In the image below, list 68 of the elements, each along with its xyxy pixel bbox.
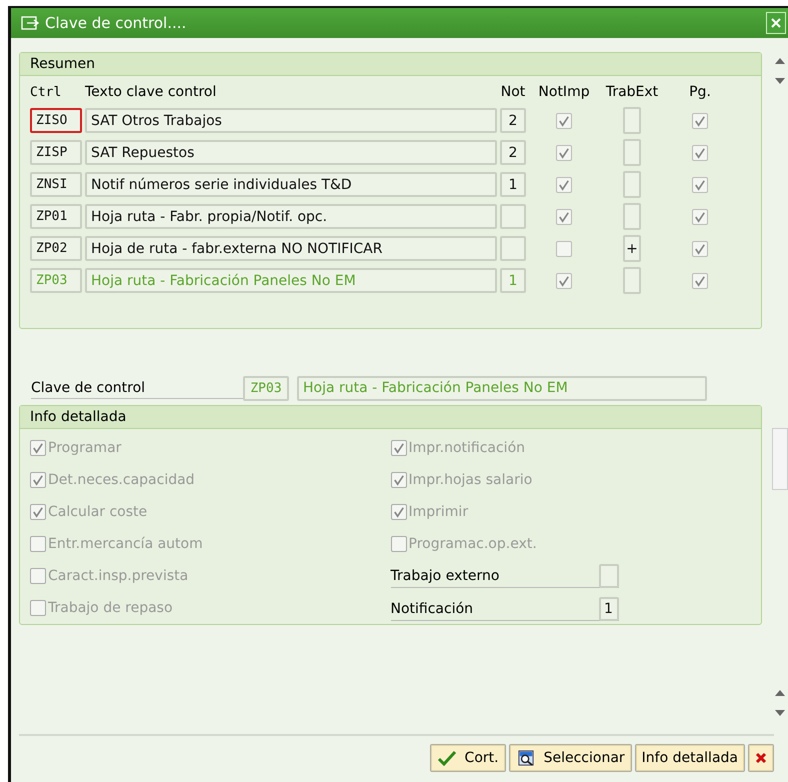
- table-cell[interactable]: Notif números serie individuales T&D: [85, 172, 497, 197]
- search-icon: [516, 750, 536, 766]
- table-cell[interactable]: SAT Repuestos: [85, 140, 497, 165]
- table-cell[interactable]: ZP01: [30, 204, 82, 229]
- column-header: Not: [500, 84, 526, 102]
- dialog-icon: [21, 16, 39, 30]
- checkbox[interactable]: [556, 176, 572, 192]
- check-icon: [392, 505, 406, 519]
- checkbox[interactable]: [556, 112, 572, 128]
- toolbar-button[interactable]: [748, 744, 774, 772]
- checkbox[interactable]: [556, 144, 572, 160]
- checkmark-icon: [436, 750, 457, 766]
- checkbox[interactable]: [692, 208, 708, 224]
- column-header: TrabExt: [604, 84, 660, 102]
- field-label: Trabajo externo: [390, 568, 500, 584]
- checkbox[interactable]: [692, 240, 708, 256]
- checkbox[interactable]: [692, 272, 708, 288]
- panel-title: Info detallada: [20, 406, 761, 429]
- table-cell[interactable]: ZNSI: [30, 172, 82, 197]
- scroll-up-icon[interactable]: [775, 690, 785, 696]
- checkbox[interactable]: [692, 112, 708, 128]
- table-cell[interactable]: 2: [500, 108, 526, 133]
- toolbar-button[interactable]: Seleccionar: [508, 744, 632, 772]
- scroll-down-icon[interactable]: [775, 710, 785, 716]
- table-cell[interactable]: ZP02: [30, 236, 82, 261]
- field-label: Clave de control: [31, 378, 243, 398]
- panel-title: Resumen: [20, 53, 761, 76]
- input-field[interactable]: 1: [598, 597, 618, 621]
- toolbar-button[interactable]: Info detallada: [634, 744, 745, 772]
- field-label: Notificación: [390, 601, 474, 617]
- table-cell[interactable]: Hoja de ruta - fabr.externa NO NOTIFICAR: [85, 236, 497, 261]
- checkbox[interactable]: [692, 176, 708, 192]
- close-button[interactable]: [766, 12, 786, 34]
- column-header: Texto clave control: [85, 84, 218, 102]
- table-cell[interactable]: [623, 139, 641, 166]
- scroll-up-icon[interactable]: [775, 58, 785, 64]
- check-icon: [392, 473, 406, 487]
- table-cell[interactable]: [623, 107, 641, 134]
- column-header: Ctrl: [30, 84, 62, 102]
- checkbox[interactable]: [692, 144, 708, 160]
- checkbox[interactable]: [556, 208, 572, 224]
- table-cell[interactable]: Hoja ruta - Fabr. propia/Notif. opc.: [85, 204, 497, 229]
- cancel-icon: [755, 752, 767, 764]
- table-cell[interactable]: 1: [500, 172, 526, 197]
- check-icon: [31, 505, 45, 519]
- table-cell[interactable]: [623, 267, 641, 294]
- table-cell[interactable]: [500, 204, 526, 229]
- input-field[interactable]: [598, 564, 618, 588]
- table-cell[interactable]: +: [623, 235, 641, 262]
- table-cell[interactable]: 2: [500, 140, 526, 165]
- table-cell[interactable]: [500, 236, 526, 261]
- toolbar-button[interactable]: Cort.: [430, 744, 506, 772]
- column-header: NotImp: [537, 84, 591, 102]
- scroll-down-icon[interactable]: [775, 78, 785, 84]
- check-icon: [31, 441, 45, 455]
- check-icon: [31, 473, 45, 487]
- window-title: Clave de control....: [45, 14, 188, 32]
- table-cell[interactable]: [623, 171, 641, 198]
- table-cell[interactable]: SAT Otros Trabajos: [85, 108, 497, 133]
- table-cell[interactable]: [623, 203, 641, 230]
- table-cell[interactable]: ZISO: [30, 108, 82, 133]
- splitter-handle[interactable]: [772, 428, 788, 490]
- check-icon: [392, 441, 406, 455]
- close-icon: [771, 18, 781, 28]
- checkbox[interactable]: [556, 272, 572, 288]
- column-header: Pg.: [688, 84, 712, 102]
- table-cell[interactable]: ZISP: [30, 140, 82, 165]
- checkbox[interactable]: [556, 240, 572, 256]
